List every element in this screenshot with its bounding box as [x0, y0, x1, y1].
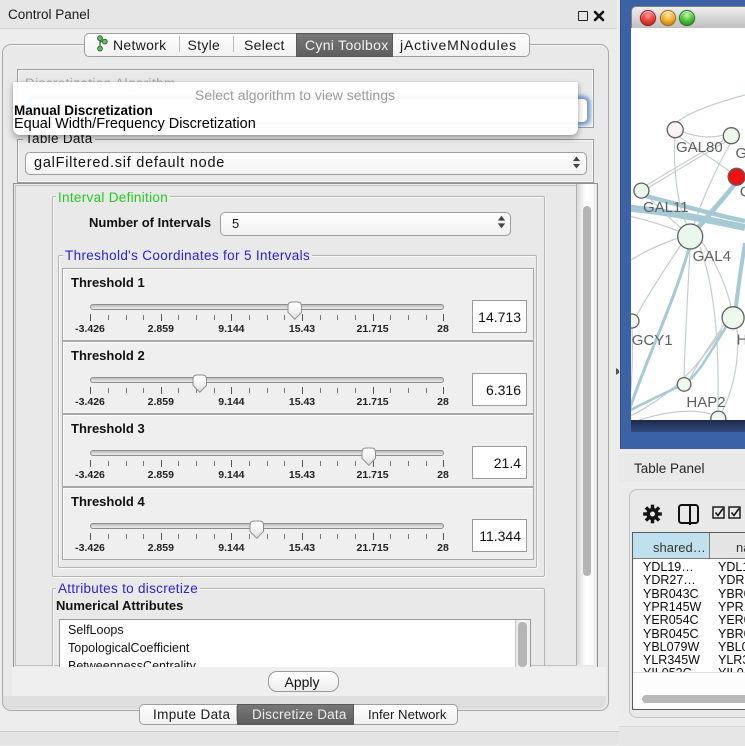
- svg-text:GCY1: GCY1: [632, 332, 673, 349]
- svg-text:GAL80: GAL80: [676, 139, 723, 156]
- svg-text:HA: HA: [737, 331, 745, 348]
- svg-text:GAL11: GAL11: [643, 199, 689, 216]
- svg-text:CY: CY: [740, 184, 745, 201]
- svg-text:HAP2: HAP2: [686, 394, 725, 411]
- svg-text:GAL4: GAL4: [693, 248, 731, 265]
- svg-text:GA: GA: [736, 145, 745, 162]
